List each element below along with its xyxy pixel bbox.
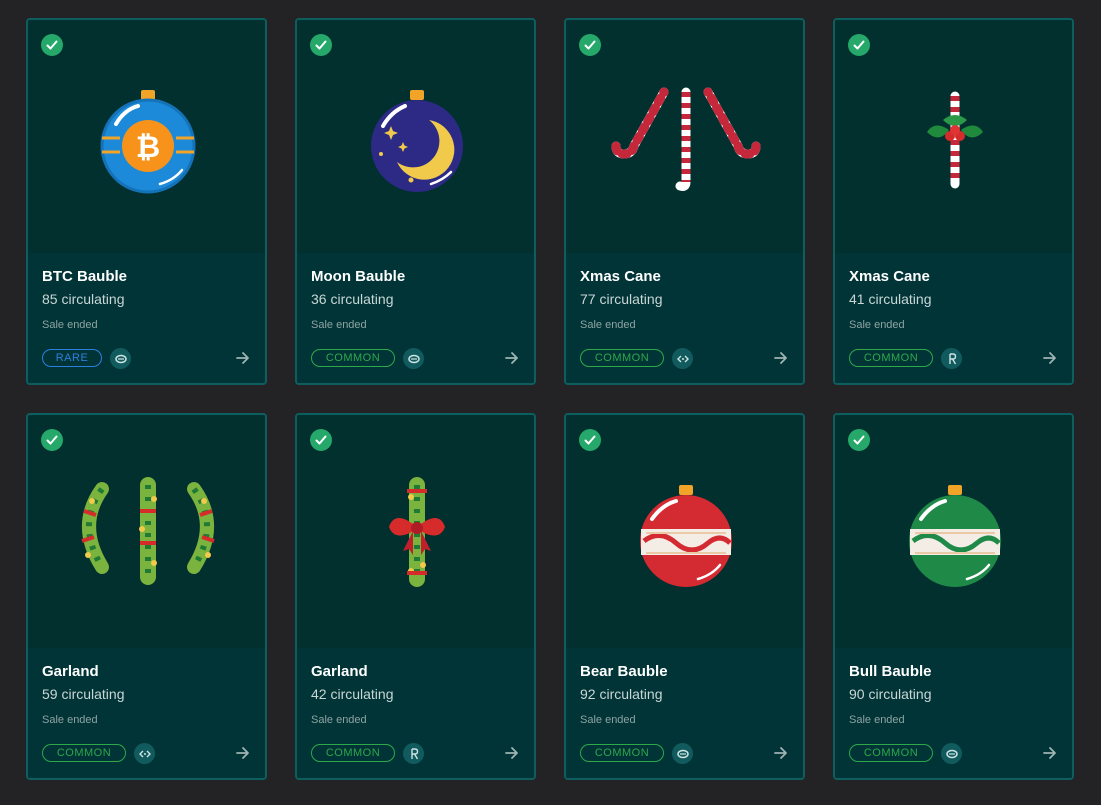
- check-icon: [41, 429, 63, 451]
- collectible-card[interactable]: ₿ BTC Bauble 85 circulating Sale ended R…: [26, 18, 267, 385]
- circulating-count: 92 circulating: [580, 686, 663, 702]
- card-info: Xmas Cane 41 circulating Sale ended COMM…: [835, 253, 1072, 383]
- card-info: Moon Bauble 36 circulating Sale ended CO…: [297, 253, 534, 383]
- rarity-badge: COMMON: [311, 744, 395, 762]
- card-info: Garland 59 circulating Sale ended COMMON: [28, 648, 265, 778]
- circulating-count: 59 circulating: [42, 686, 125, 702]
- arrow-right-icon[interactable]: [773, 745, 789, 761]
- circulating-count: 85 circulating: [42, 291, 125, 307]
- sale-status: Sale ended: [849, 714, 905, 726]
- xmas-cane-holly-icon: [927, 91, 983, 189]
- sale-status: Sale ended: [42, 714, 98, 726]
- sale-status: Sale ended: [311, 319, 367, 331]
- collectible-card[interactable]: Garland 59 circulating Sale ended COMMON: [26, 413, 267, 780]
- check-icon: [579, 34, 601, 56]
- arrow-right-icon[interactable]: [1042, 745, 1058, 761]
- chain-icon: [110, 348, 131, 369]
- circulating-count: 41 circulating: [849, 291, 932, 307]
- card-title: Xmas Cane: [580, 268, 661, 285]
- bear-bauble-icon: [640, 485, 732, 587]
- arrow-right-icon[interactable]: [504, 350, 520, 366]
- chain-icon: [672, 348, 693, 369]
- card-artwork: [566, 20, 803, 253]
- check-icon: [848, 429, 870, 451]
- sale-status: Sale ended: [42, 319, 98, 331]
- circulating-count: 77 circulating: [580, 291, 663, 307]
- sale-status: Sale ended: [849, 319, 905, 331]
- svg-text:₿: ₿: [136, 131, 160, 164]
- card-artwork: [835, 415, 1072, 648]
- btc-bauble-icon: ₿: [100, 90, 196, 194]
- card-artwork: [297, 415, 534, 648]
- check-icon: [310, 34, 332, 56]
- chain-icon: [941, 743, 962, 764]
- check-icon: [41, 34, 63, 56]
- card-title: Bear Bauble: [580, 663, 668, 680]
- sale-status: Sale ended: [311, 714, 367, 726]
- rarity-badge: COMMON: [580, 349, 664, 367]
- arrow-right-icon[interactable]: [773, 350, 789, 366]
- card-title: Moon Bauble: [311, 268, 406, 285]
- card-info: Xmas Cane 77 circulating Sale ended COMM…: [566, 253, 803, 383]
- circulating-count: 42 circulating: [311, 686, 394, 702]
- chain-icon: [403, 348, 424, 369]
- chain-icon: [403, 743, 424, 764]
- check-icon: [310, 429, 332, 451]
- check-icon: [579, 429, 601, 451]
- arrow-right-icon[interactable]: [504, 745, 520, 761]
- chain-icon: [672, 743, 693, 764]
- moon-bauble-icon: [371, 90, 463, 192]
- garland-bow-icon: [389, 477, 445, 587]
- card-info: Garland 42 circulating Sale ended COMMON: [297, 648, 534, 778]
- collectible-card[interactable]: Xmas Cane 41 circulating Sale ended COMM…: [833, 18, 1074, 385]
- garland-triple-icon: [81, 477, 215, 585]
- collectible-card[interactable]: Bear Bauble 92 circulating Sale ended CO…: [564, 413, 805, 780]
- card-title: Xmas Cane: [849, 268, 930, 285]
- sale-status: Sale ended: [580, 714, 636, 726]
- card-title: Bull Bauble: [849, 663, 932, 680]
- card-info: Bear Bauble 92 circulating Sale ended CO…: [566, 648, 803, 778]
- rarity-badge: COMMON: [311, 349, 395, 367]
- rarity-badge: COMMON: [580, 744, 664, 762]
- card-title: Garland: [311, 663, 368, 680]
- collectible-card[interactable]: Xmas Cane 77 circulating Sale ended COMM…: [564, 18, 805, 385]
- arrow-right-icon[interactable]: [235, 745, 251, 761]
- check-icon: [848, 34, 870, 56]
- collectible-card[interactable]: Garland 42 circulating Sale ended COMMON: [295, 413, 536, 780]
- card-artwork: [566, 415, 803, 648]
- sale-status: Sale ended: [580, 319, 636, 331]
- rarity-badge: RARE: [42, 349, 102, 367]
- rarity-badge: COMMON: [849, 349, 933, 367]
- circulating-count: 36 circulating: [311, 291, 394, 307]
- arrow-right-icon[interactable]: [235, 350, 251, 366]
- circulating-count: 90 circulating: [849, 686, 932, 702]
- card-artwork: ₿: [28, 20, 265, 253]
- card-title: BTC Bauble: [42, 268, 128, 285]
- card-info: Bull Bauble 90 circulating Sale ended CO…: [835, 648, 1072, 778]
- rarity-badge: COMMON: [42, 744, 126, 762]
- collectibles-grid: ₿ BTC Bauble 85 circulating Sale ended R…: [26, 18, 1074, 780]
- card-title: Garland: [42, 663, 99, 680]
- card-info: BTC Bauble 85 circulating Sale ended RAR…: [28, 253, 265, 383]
- bull-bauble-icon: [909, 485, 1001, 587]
- collectible-card[interactable]: Moon Bauble 36 circulating Sale ended CO…: [295, 18, 536, 385]
- card-artwork: [297, 20, 534, 253]
- arrow-right-icon[interactable]: [1042, 350, 1058, 366]
- chain-icon: [134, 743, 155, 764]
- card-artwork: [835, 20, 1072, 253]
- card-artwork: [28, 415, 265, 648]
- rarity-badge: COMMON: [849, 744, 933, 762]
- collectible-card[interactable]: Bull Bauble 90 circulating Sale ended CO…: [833, 413, 1074, 780]
- chain-icon: [941, 348, 962, 369]
- xmas-cane-triple-icon: [611, 87, 761, 191]
